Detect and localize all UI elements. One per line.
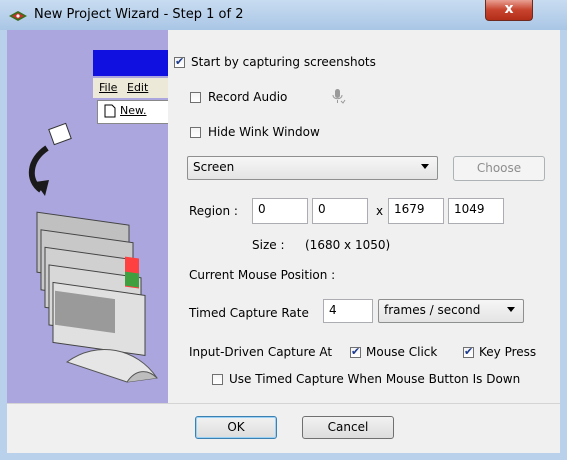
close-button[interactable]: x — [485, 0, 533, 21]
title-bar[interactable]: New Project Wizard - Step 1 of 2 x — [0, 0, 567, 30]
capture-source-value: Screen — [193, 160, 235, 174]
start-capture-label: Start by capturing screenshots — [191, 55, 376, 69]
chevron-down-icon — [507, 307, 515, 312]
dialog-button-bar: OK Cancel — [7, 403, 560, 453]
ok-button[interactable]: OK — [195, 416, 277, 439]
region-x2-value: 1679 — [394, 202, 425, 216]
cancel-button[interactable]: Cancel — [302, 416, 394, 439]
record-audio-checkbox[interactable] — [190, 92, 201, 103]
capture-source-select[interactable]: Screen — [187, 156, 438, 180]
capture-rate-unit-value: frames / second — [384, 303, 481, 317]
hide-window-label: Hide Wink Window — [208, 125, 320, 139]
wizard-illustration-panel: File Edit New. — [7, 30, 168, 403]
region-x1-input[interactable]: 0 — [252, 198, 308, 224]
capture-rate-unit-select[interactable]: frames / second — [378, 299, 524, 323]
choose-button-label: Choose — [476, 161, 522, 175]
wizard-client-area: File Edit New. ✔ Start by capturing scre… — [7, 30, 560, 453]
region-x2-input[interactable]: 1679 — [388, 198, 444, 224]
wink-app-icon — [9, 11, 27, 21]
cancel-button-label: Cancel — [327, 420, 369, 434]
region-y1-input[interactable]: 0 — [312, 198, 368, 224]
record-audio-label: Record Audio — [208, 90, 288, 104]
region-y1-value: 0 — [318, 202, 326, 216]
chevron-down-icon — [421, 164, 429, 169]
stacked-screenshots-illustration — [36, 211, 158, 383]
hide-window-checkbox[interactable] — [190, 127, 201, 138]
capture-arrow-illustration — [29, 122, 158, 383]
region-label: Region : — [189, 204, 238, 218]
microphone-icon — [332, 89, 346, 104]
close-icon: x — [504, 1, 514, 17]
region-separator: x — [376, 204, 384, 218]
region-y2-input[interactable]: 1049 — [448, 198, 504, 224]
mouse-position-label: Current Mouse Position : — [189, 268, 336, 282]
mouse-click-label: Mouse Click — [366, 345, 438, 359]
key-press-checkbox[interactable] — [463, 345, 474, 358]
input-driven-label: Input-Driven Capture At — [189, 345, 333, 359]
timed-capture-rate-value: 4 — [329, 303, 337, 317]
choose-button[interactable]: Choose — [453, 156, 545, 181]
region-x1-value: 0 — [258, 202, 266, 216]
window-title: New Project Wizard - Step 1 of 2 — [34, 7, 244, 22]
size-label: Size : — [252, 238, 285, 252]
start-capture-checkbox[interactable] — [174, 55, 185, 68]
timed-capture-label: Timed Capture Rate — [189, 306, 309, 320]
region-y2-value: 1049 — [454, 202, 485, 216]
key-press-label: Key Press — [479, 345, 537, 359]
timed-when-down-label: Use Timed Capture When Mouse Button Is D… — [229, 372, 521, 386]
wizard-window: New Project Wizard - Step 1 of 2 x File … — [0, 0, 567, 460]
mouse-click-checkbox[interactable] — [350, 345, 361, 358]
timed-when-down-checkbox[interactable] — [212, 374, 223, 385]
ok-button-label: OK — [227, 420, 245, 434]
size-value: (1680 x 1050) — [305, 238, 391, 252]
timed-capture-rate-input[interactable]: 4 — [323, 299, 373, 323]
